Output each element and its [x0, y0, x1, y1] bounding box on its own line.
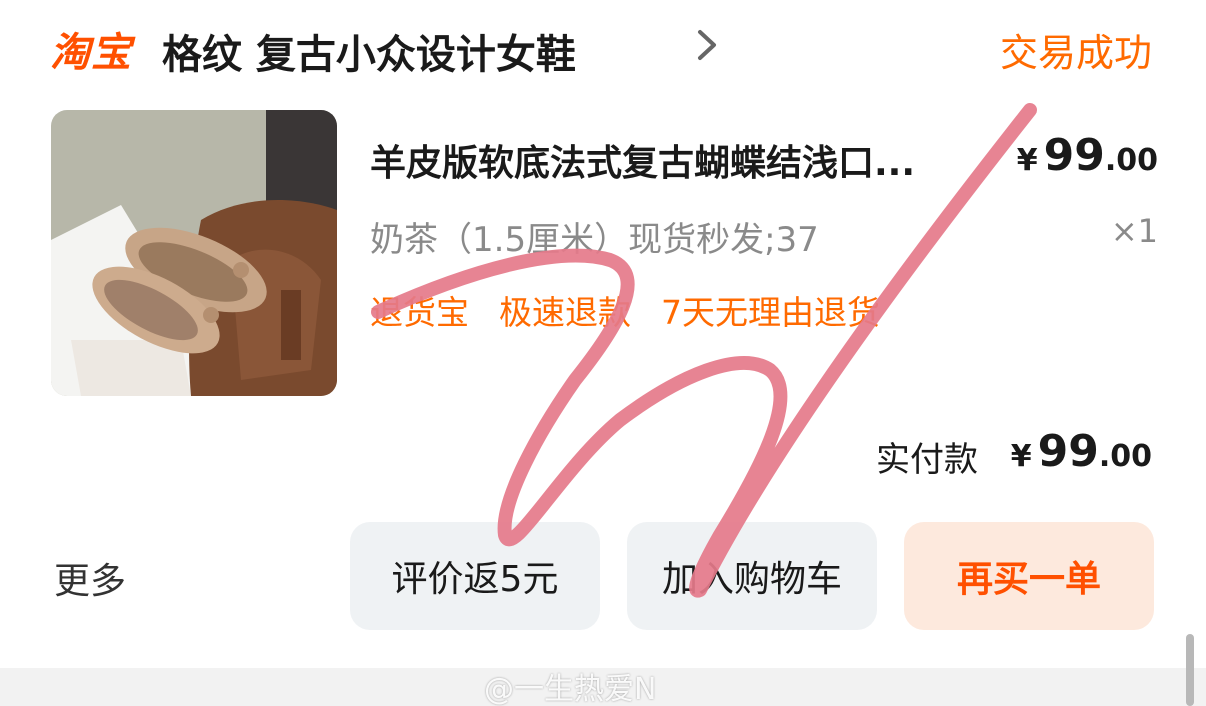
review-button[interactable]: 评价返5元 — [350, 522, 600, 630]
price-currency: ¥ — [1016, 143, 1038, 178]
shoe-photo — [51, 110, 337, 396]
tag-return-insurance: 退货宝 — [370, 293, 469, 332]
order-card: 淘宝 格纹 复古小众设计女鞋 交易成功 羊皮版软底法式复古蝴蝶结浅口... ¥9… — [0, 0, 1206, 668]
chevron-right-icon[interactable] — [694, 28, 720, 62]
scrollbar[interactable] — [1186, 634, 1194, 706]
taobao-logo: 淘宝 — [50, 30, 132, 76]
service-tags: 退货宝 极速退款 7天无理由退货 — [370, 286, 880, 334]
add-to-cart-button[interactable]: 加入购物车 — [627, 522, 877, 630]
tag-7day-return: 7天无理由退货 — [661, 293, 880, 332]
price-decimal: .00 — [1104, 143, 1158, 178]
product-sku: 奶茶（1.5厘米）现货秒发;37 — [370, 220, 819, 260]
product-quantity: ×1 — [1110, 212, 1158, 250]
total-decimal: .00 — [1098, 439, 1152, 474]
paid-amount: ¥99.00 — [1011, 426, 1152, 477]
paid-amount-label: 实付款 — [876, 440, 978, 480]
product-price: ¥99.00 — [1017, 130, 1158, 181]
product-image[interactable] — [51, 110, 337, 396]
tag-fast-refund: 极速退款 — [499, 293, 631, 332]
rebuy-button[interactable]: 再买一单 — [904, 522, 1154, 630]
more-button[interactable]: 更多 — [54, 552, 126, 604]
shop-name[interactable]: 格纹 复古小众设计女鞋 — [162, 22, 576, 80]
price-integer: 99 — [1043, 130, 1105, 181]
product-title[interactable]: 羊皮版软底法式复古蝴蝶结浅口... — [370, 134, 980, 186]
order-status: 交易成功 — [999, 31, 1152, 75]
total-integer: 99 — [1037, 426, 1099, 477]
weibo-watermark: @一生热爱N — [484, 672, 657, 706]
total-currency: ¥ — [1010, 439, 1032, 474]
